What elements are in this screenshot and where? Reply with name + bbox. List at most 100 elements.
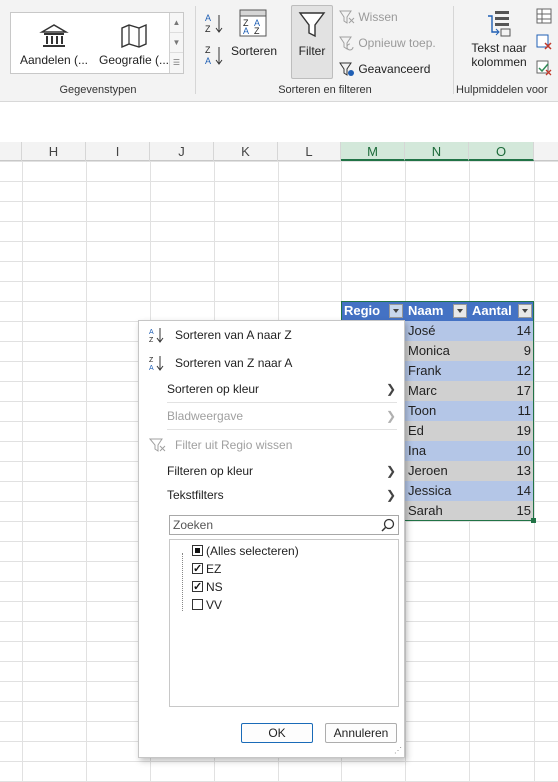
regio-filter-dropdown[interactable] [389, 304, 403, 318]
group-divider-2 [453, 6, 454, 94]
cell-aantal[interactable]: 19 [469, 421, 534, 441]
menu-sort-az[interactable]: AZ Sorteren van A naar Z [139, 323, 404, 347]
cell-aantal[interactable]: 14 [469, 321, 534, 341]
sort-button[interactable]: ZAAZ Sorteren [231, 8, 278, 58]
flash-fill-button[interactable] [536, 8, 552, 27]
aantal-filter-dropdown[interactable] [518, 304, 532, 318]
svg-text:Z: Z [205, 24, 211, 34]
sort-za-icon: ZA [149, 356, 164, 371]
text-to-columns-icon [488, 11, 511, 37]
stocks-datatype-button[interactable]: Aandelen (... [15, 13, 93, 67]
list-item-label: VV [206, 598, 223, 612]
resize-grip-icon[interactable]: ⋰ [394, 746, 402, 755]
cell-aantal[interactable]: 12 [469, 361, 534, 381]
cell-naam[interactable]: Ed [405, 421, 469, 441]
column-header-i[interactable]: I [86, 142, 150, 161]
chevron-right-icon: ❯ [385, 409, 396, 423]
menu-clear-filter: Filter uit Regio wissen [139, 433, 404, 457]
cell-naam[interactable]: Toon [405, 401, 469, 421]
reapply-label: Opnieuw toep. [358, 36, 436, 50]
menu-sort-za[interactable]: ZA Sorteren van Z naar A [139, 351, 404, 375]
text-to-columns-button[interactable]: Tekst naar kolommen [466, 8, 532, 69]
cell-aantal[interactable]: 13 [469, 461, 534, 481]
remove-duplicates-icon [536, 34, 552, 50]
checkbox-vv[interactable] [192, 599, 203, 610]
menu-filter-by-color[interactable]: Filteren op kleur ❯ [139, 459, 404, 483]
cell-naam[interactable]: Jeroen [405, 461, 469, 481]
cell-naam[interactable]: Jessica [405, 481, 469, 501]
ribbon: Aandelen (... Geografie (... ▲ ▼ ☰ Gegev… [0, 0, 558, 102]
column-header-l[interactable]: L [278, 142, 341, 161]
column-header-prev[interactable] [0, 142, 22, 161]
menu-sort-az-label: Sorteren van A naar Z [175, 328, 292, 342]
advanced-button[interactable]: Geavanceerd [339, 62, 430, 77]
svg-text:A: A [149, 365, 154, 371]
gridline [534, 161, 535, 782]
svg-text:A: A [149, 329, 154, 336]
naam-filter-dropdown[interactable] [453, 304, 467, 318]
funnel-icon [298, 12, 326, 38]
sort-dialog-icon: ZAAZ [239, 9, 267, 37]
gallery-up-icon[interactable]: ▲ [170, 13, 183, 33]
cell-naam[interactable]: Marc [405, 381, 469, 401]
cell-naam[interactable]: Ina [405, 441, 469, 461]
ok-button[interactable]: OK [241, 723, 313, 743]
cell-naam[interactable]: Sarah [405, 501, 469, 521]
menu-separator [167, 402, 397, 403]
cell-aantal[interactable]: 17 [469, 381, 534, 401]
map-icon [121, 23, 147, 49]
column-header-h[interactable]: H [22, 142, 86, 161]
remove-duplicates-button[interactable] [536, 34, 552, 53]
geography-datatype-button[interactable]: Geografie (... [95, 13, 173, 67]
advanced-filter-icon [339, 62, 354, 77]
column-header-o[interactable]: O [469, 142, 534, 161]
header-aantal-label: Aantal [472, 303, 512, 318]
menu-filter-by-color-label: Filteren op kleur [167, 464, 254, 478]
cell-aantal[interactable]: 10 [469, 441, 534, 461]
text-to-columns-label-2: kolommen [471, 55, 527, 69]
data-validation-button[interactable] [536, 60, 552, 79]
sort-za-ribbon-button[interactable]: ZA [204, 44, 226, 69]
menu-clear-filter-label: Filter uit Regio wissen [175, 438, 293, 452]
gallery-scroll[interactable]: ▲ ▼ ☰ [169, 13, 183, 73]
sort-za-icon: ZA [205, 45, 223, 66]
cell-aantal[interactable]: 14 [469, 481, 534, 501]
gallery-down-icon[interactable]: ▼ [170, 33, 183, 53]
cancel-button[interactable]: Annuleren [325, 723, 397, 743]
checkbox-ns[interactable] [192, 578, 203, 596]
formula-bar-area [0, 103, 558, 143]
reapply-button[interactable]: Opnieuw toep. [339, 36, 436, 51]
cell-aantal[interactable]: 15 [469, 501, 534, 521]
table-header-row: Regio Naam Aantal [341, 301, 534, 321]
column-headers: H I J K L M N O [0, 142, 558, 161]
fill-handle[interactable] [531, 518, 536, 523]
chevron-right-icon: ❯ [385, 382, 396, 396]
filter-label: Filter [298, 44, 326, 58]
search-icon [381, 518, 395, 532]
search-input[interactable]: Zoeken [169, 515, 399, 535]
clear-filter-icon [149, 438, 166, 452]
cell-aantal[interactable]: 9 [469, 341, 534, 361]
gallery-more-icon[interactable]: ☰ [170, 53, 183, 73]
menu-text-filters[interactable]: Tekstfilters ❯ [139, 483, 404, 507]
column-header-j[interactable]: J [150, 142, 214, 161]
header-naam-label: Naam [408, 303, 444, 318]
menu-sort-by-color[interactable]: Sorteren op kleur ❯ [139, 377, 404, 401]
column-header-k[interactable]: K [214, 142, 278, 161]
checkbox-select-all[interactable] [192, 545, 203, 556]
cell-naam[interactable]: Monica [405, 341, 469, 361]
header-regio-label: Regio [344, 303, 381, 318]
list-item-label: EZ [206, 562, 222, 576]
menu-sort-by-color-label: Sorteren op kleur [167, 382, 260, 396]
sort-az-ribbon-button[interactable]: AZ [204, 12, 226, 37]
checkbox-ez[interactable] [192, 560, 203, 578]
cell-naam[interactable]: Frank [405, 361, 469, 381]
sort-label: Sorteren [231, 44, 278, 58]
cell-aantal[interactable]: 11 [469, 401, 534, 421]
clear-button[interactable]: Wissen [339, 10, 398, 25]
column-header-m[interactable]: M [341, 142, 405, 161]
filter-button[interactable]: Filter [291, 5, 333, 79]
cell-naam[interactable]: José [405, 321, 469, 341]
column-header-n[interactable]: N [405, 142, 469, 161]
value-list: (Alles selecteren) EZ NS VV [169, 539, 399, 707]
